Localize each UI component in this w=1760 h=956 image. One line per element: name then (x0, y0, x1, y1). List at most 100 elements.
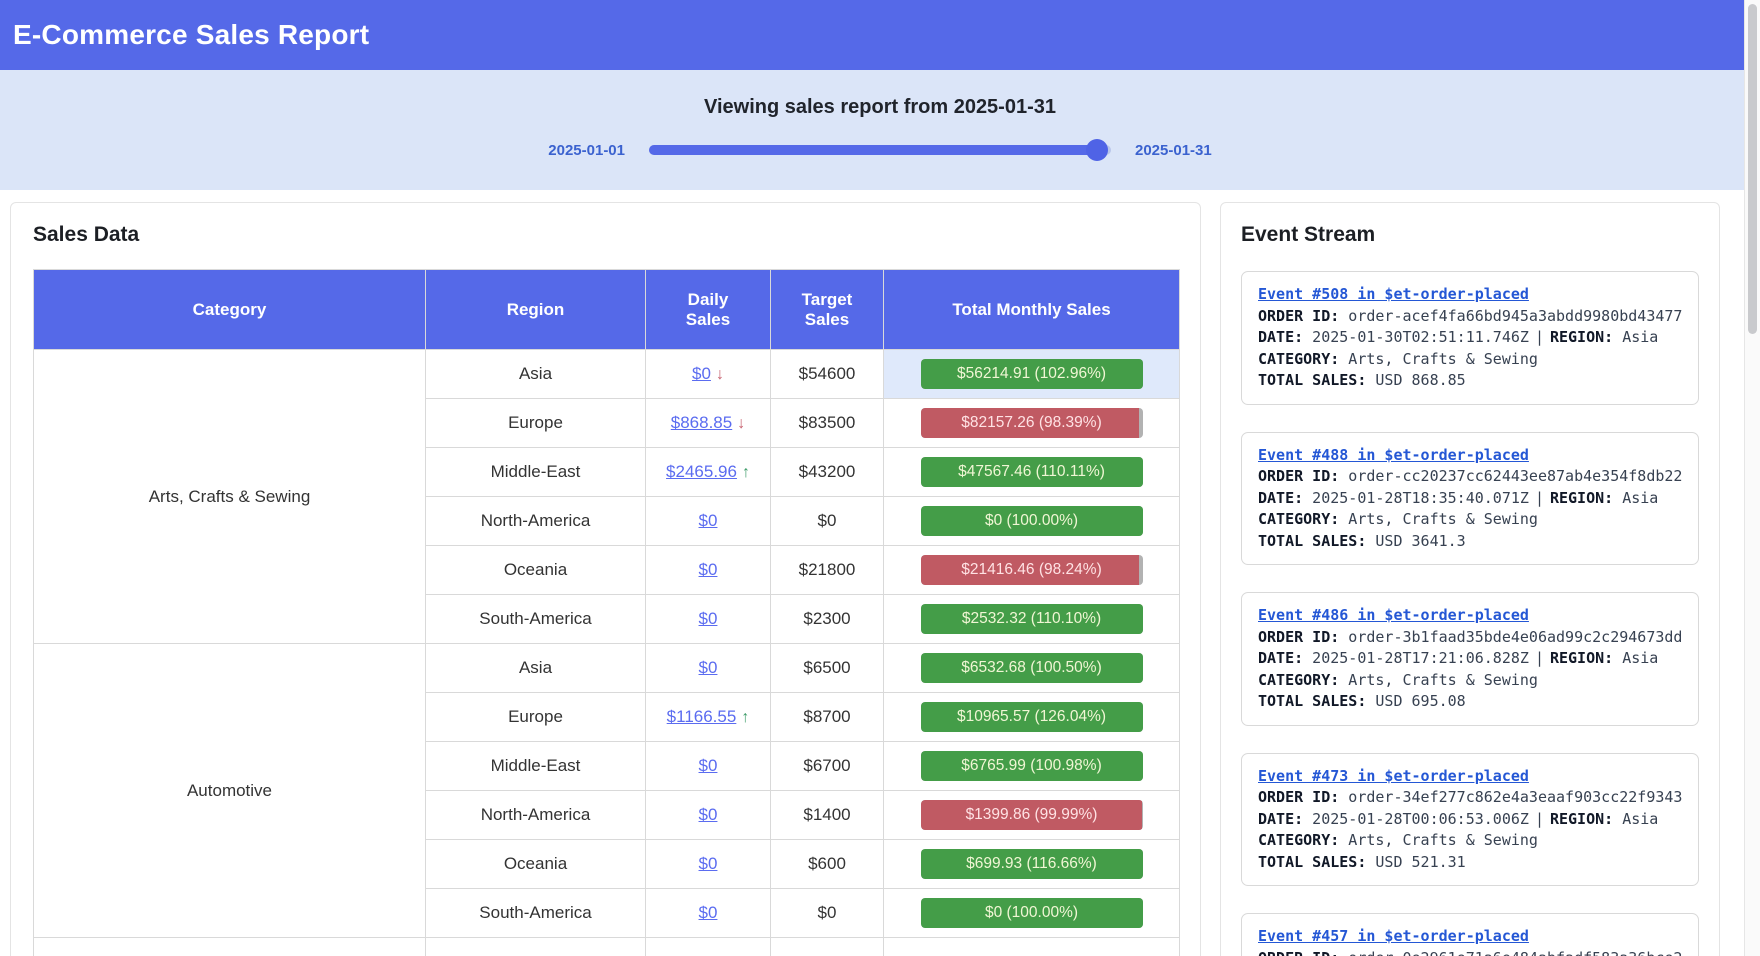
separator: | (1529, 810, 1550, 828)
empty-cell (884, 938, 1180, 956)
target-sales-cell: $2300 (771, 595, 884, 644)
event-item: Event #457 in $et-order-placed ORDER ID: … (1241, 913, 1699, 956)
region-cell: Europe (426, 399, 646, 448)
event-order-id-line: ORDER ID: order-34ef277c862e4a3eaaf903cc… (1258, 787, 1682, 809)
trend-up-icon: ↑ (741, 709, 749, 726)
event-link[interactable]: Event #473 in $et-order-placed (1258, 767, 1529, 785)
daily-sales-link[interactable]: $0 (699, 609, 718, 628)
monthly-sales-cell: $47567.46 (110.11%) (884, 448, 1180, 497)
filter-band: Viewing sales report from 2025-01-31 202… (0, 70, 1760, 190)
event-order-id-line: ORDER ID: order-cc20237cc62443ee87ab4e35… (1258, 466, 1682, 488)
date-value: 2025-01-28T17:21:06.828Z (1303, 649, 1529, 667)
daily-sales-cell: $0 (646, 840, 771, 889)
region-label: REGION: (1550, 649, 1613, 667)
region-cell: South-America (426, 889, 646, 938)
monthly-sales-badge: $10965.57 (126.04%) (921, 702, 1143, 732)
daily-sales-link[interactable]: $0 (692, 364, 711, 383)
order-id-value: order-0e2961e71a6e484abfadf583a36bce2f (1339, 949, 1682, 956)
sales-data-title: Sales Data (33, 223, 1178, 247)
daily-sales-cell: $2465.96 ↑ (646, 448, 771, 497)
order-id-label: ORDER ID: (1258, 467, 1339, 485)
badge-label: $0 (100.00%) (921, 898, 1143, 928)
badge-label: $47567.46 (110.11%) (921, 457, 1143, 487)
column-header-region: Region (426, 270, 646, 350)
daily-sales-link[interactable]: $0 (699, 756, 718, 775)
region-cell: Middle-East (426, 448, 646, 497)
daily-sales-cell: $0 (646, 595, 771, 644)
category-label: CATEGORY: (1258, 350, 1339, 368)
event-order-id-line: ORDER ID: order-acef4fa66bd945a3abdd9980… (1258, 306, 1682, 328)
event-category-line: CATEGORY: Arts, Crafts & Sewing (1258, 670, 1682, 692)
category-value: Arts, Crafts & Sewing (1339, 671, 1538, 689)
region-value: Asia (1613, 489, 1658, 507)
daily-sales-link[interactable]: $2465.96 (666, 462, 737, 481)
event-link[interactable]: Event #457 in $et-order-placed (1258, 927, 1529, 945)
monthly-sales-badge: $21416.46 (98.24%) (921, 555, 1143, 585)
region-value: Asia (1613, 810, 1658, 828)
date-label: DATE: (1258, 810, 1303, 828)
event-order-id-line: ORDER ID: order-0e2961e71a6e484abfadf583… (1258, 948, 1682, 956)
order-id-value: order-acef4fa66bd945a3abdd9980bd434779 (1339, 307, 1682, 325)
order-id-value: order-cc20237cc62443ee87ab4e354f8db220 (1339, 467, 1682, 485)
trend-up-icon: ↑ (742, 464, 750, 481)
daily-sales-link[interactable]: $0 (699, 658, 718, 677)
monthly-sales-cell: $0 (100.00%) (884, 889, 1180, 938)
page-title: E-Commerce Sales Report (13, 19, 369, 51)
daily-sales-cell: $0 (646, 497, 771, 546)
table-row: AutomotiveAsia$0$6500$6532.68 (100.50%) (34, 644, 1180, 693)
category-value: Arts, Crafts & Sewing (1339, 831, 1538, 849)
target-sales-cell: $83500 (771, 399, 884, 448)
order-id-label: ORDER ID: (1258, 628, 1339, 646)
empty-cell (771, 938, 884, 956)
daily-sales-link[interactable]: $0 (699, 903, 718, 922)
event-total-line: TOTAL SALES: USD 521.31 (1258, 852, 1682, 874)
badge-label: $1399.86 (99.99%) (921, 800, 1143, 830)
total-sales-value: USD 868.85 (1366, 371, 1465, 389)
region-label: REGION: (1550, 489, 1613, 507)
daily-sales-link[interactable]: $1166.55 (667, 707, 737, 726)
total-sales-label: TOTAL SALES: (1258, 692, 1366, 710)
daily-sales-link[interactable]: $868.85 (671, 413, 732, 432)
event-list: Event #508 in $et-order-placed ORDER ID: … (1241, 271, 1699, 956)
monthly-sales-cell: $2532.32 (110.10%) (884, 595, 1180, 644)
trend-down-icon: ↓ (716, 366, 724, 383)
monthly-sales-cell: $6765.99 (100.98%) (884, 742, 1180, 791)
event-date-region-line: DATE: 2025-01-28T18:35:40.071Z|REGION: A… (1258, 488, 1682, 510)
category-label: CATEGORY: (1258, 671, 1339, 689)
main-content: Sales Data CategoryRegionDaily SalesTarg… (0, 190, 1760, 956)
region-cell: Europe (426, 693, 646, 742)
app-header: E-Commerce Sales Report (0, 0, 1760, 70)
event-title-line: Event #473 in $et-order-placed (1258, 766, 1682, 788)
monthly-sales-cell: $56214.91 (102.96%) (884, 350, 1180, 399)
date-label: DATE: (1258, 328, 1303, 346)
daily-sales-link[interactable]: $0 (699, 511, 718, 530)
event-link[interactable]: Event #486 in $et-order-placed (1258, 606, 1529, 624)
scrollbar-thumb[interactable] (1748, 4, 1757, 334)
daily-sales-link[interactable]: $0 (699, 854, 718, 873)
event-link[interactable]: Event #488 in $et-order-placed (1258, 446, 1529, 464)
badge-label: $699.93 (116.66%) (921, 849, 1143, 879)
region-cell: Oceania (426, 546, 646, 595)
empty-cell (426, 938, 646, 956)
monthly-sales-badge: $6765.99 (100.98%) (921, 751, 1143, 781)
slider-thumb[interactable] (1086, 139, 1108, 161)
target-sales-cell: $0 (771, 497, 884, 546)
target-sales-cell: $43200 (771, 448, 884, 497)
badge-label: $6765.99 (100.98%) (921, 751, 1143, 781)
table-row-cutoff (34, 938, 1180, 956)
page-scrollbar[interactable] (1744, 0, 1760, 956)
region-cell: North-America (426, 791, 646, 840)
region-label: REGION: (1550, 328, 1613, 346)
badge-label: $6532.68 (100.50%) (921, 653, 1143, 683)
event-link[interactable]: Event #508 in $et-order-placed (1258, 285, 1529, 303)
monthly-sales-badge: $1399.86 (99.99%) (921, 800, 1143, 830)
date-slider[interactable] (649, 139, 1111, 161)
target-sales-cell: $0 (771, 889, 884, 938)
daily-sales-link[interactable]: $0 (699, 560, 718, 579)
monthly-sales-badge: $2532.32 (110.10%) (921, 604, 1143, 634)
separator: | (1529, 649, 1550, 667)
daily-sales-cell: $868.85↓ (646, 399, 771, 448)
date-label: DATE: (1258, 489, 1303, 507)
slider-start-label: 2025-01-01 (548, 142, 625, 159)
daily-sales-link[interactable]: $0 (699, 805, 718, 824)
